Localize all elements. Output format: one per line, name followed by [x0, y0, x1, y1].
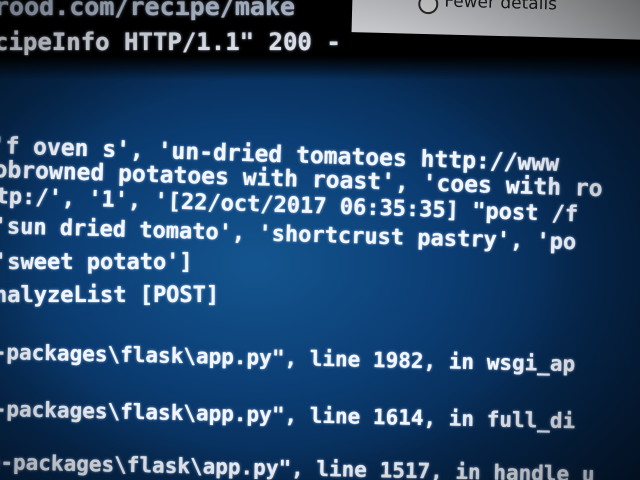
- terminal-line-8: nalyzeList [POST]: [0, 283, 220, 308]
- terminal-line-11: e-packages\flask\app.py", line 1517, in …: [0, 450, 595, 480]
- terminal-window: rood.com/recipe/make cipeInfo HTTP/1.1" …: [0, 0, 640, 480]
- terminal-line-2: cipeInfo HTTP/1.1" 200 -: [0, 28, 341, 56]
- fewer-details-link[interactable]: Fewer details: [444, 0, 557, 14]
- terminal-line-1: rood.com/recipe/make: [0, 0, 296, 21]
- terminal-line-10: -packages\flask\app.py", line 1614, in f…: [0, 397, 576, 434]
- radio-icon[interactable]: [418, 0, 439, 15]
- terminal-line-9: -packages\flask\app.py", line 1982, in w…: [0, 340, 576, 377]
- terminal-line-7: 'sweet potato']: [0, 250, 193, 275]
